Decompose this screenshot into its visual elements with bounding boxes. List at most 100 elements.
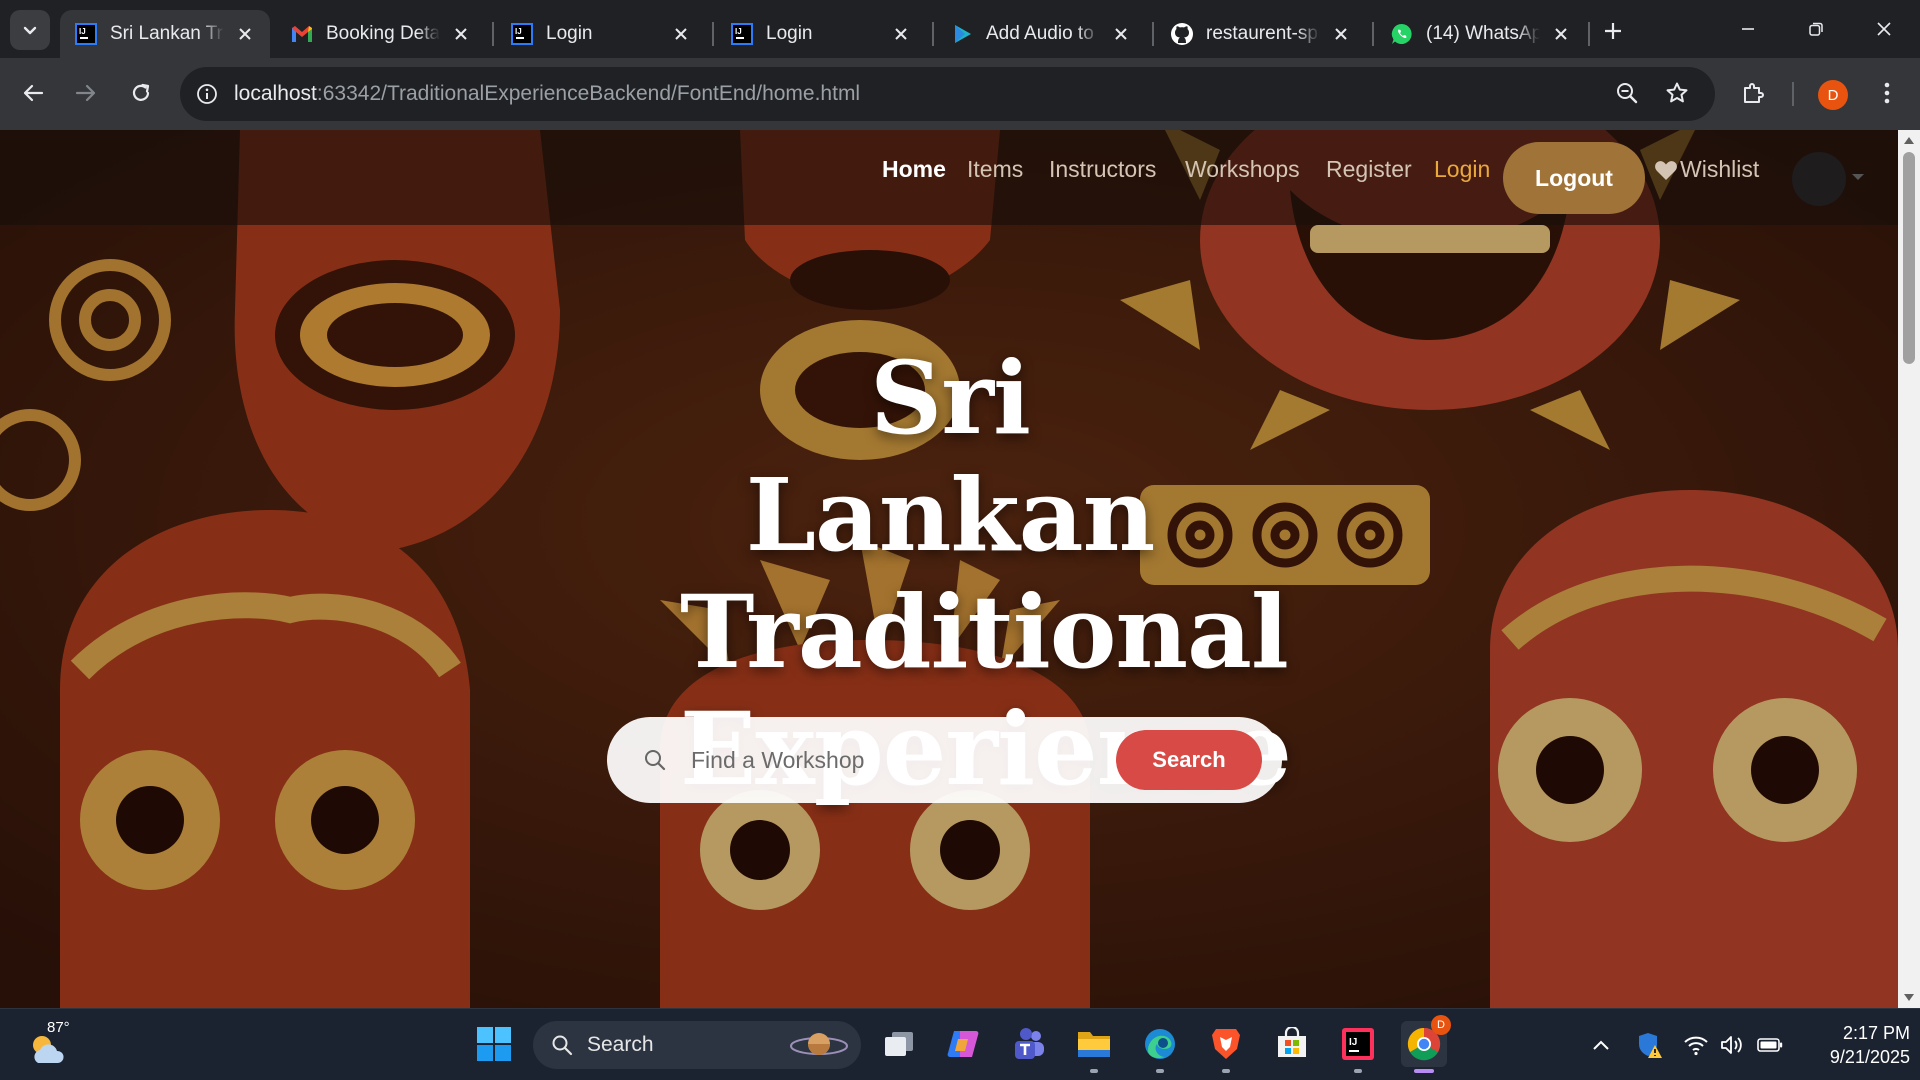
nav-items-link[interactable]: Items <box>967 156 1023 196</box>
puzzle-icon <box>1744 83 1764 103</box>
github-icon <box>1170 22 1194 46</box>
zoom-out-icon <box>1617 83 1638 104</box>
tab-search-button[interactable] <box>10 10 50 50</box>
browser-tab[interactable]: Booking Detai <box>276 10 486 58</box>
extensions-button[interactable] <box>1730 70 1776 116</box>
url-path: :63342/TraditionalExperienceBackend/Font… <box>316 82 861 105</box>
battery-icon <box>1757 1038 1783 1052</box>
reload-icon <box>132 83 150 101</box>
scrollbar-thumb[interactable] <box>1903 152 1915 364</box>
browser-tab[interactable]: (14) WhatsApp <box>1376 10 1586 58</box>
close-icon[interactable] <box>1550 23 1572 45</box>
copilot-icon <box>947 1031 979 1057</box>
search-button[interactable]: Search <box>1116 730 1262 790</box>
nav-login-link[interactable]: Login <box>1434 156 1490 196</box>
user-avatar[interactable] <box>1792 152 1846 206</box>
wifi-tray-icon[interactable] <box>1680 1029 1712 1061</box>
intellij-icon: IJ <box>730 22 754 46</box>
edge-app[interactable] <box>1137 1021 1183 1073</box>
browser-menu-button[interactable] <box>1864 70 1910 116</box>
windows-logo-icon <box>477 1027 511 1061</box>
taskbar-search[interactable]: Search <box>533 1021 861 1069</box>
play-icon <box>950 22 974 46</box>
nav-instructors-link[interactable]: Instructors <box>1049 156 1156 196</box>
back-button[interactable] <box>10 70 56 116</box>
hero-title-line: Traditional <box>680 573 1289 691</box>
tab-separator <box>492 22 494 46</box>
close-icon[interactable] <box>1330 23 1352 45</box>
task-view-button[interactable] <box>876 1021 922 1067</box>
close-icon[interactable] <box>1110 23 1132 45</box>
browser-tab[interactable]: IJ Login <box>716 10 926 58</box>
saturn-icon <box>790 1033 848 1055</box>
new-tab-button[interactable] <box>1596 14 1630 48</box>
system-clock[interactable]: 2:17 PM 9/21/2025 <box>1800 1021 1910 1069</box>
minimize-button[interactable] <box>1718 6 1778 52</box>
running-indicator <box>1354 1069 1362 1073</box>
weather-widget[interactable]: 87° <box>28 1019 74 1067</box>
teams-app[interactable] <box>1005 1021 1051 1067</box>
nav-register-link[interactable]: Register <box>1326 156 1412 196</box>
start-button[interactable] <box>471 1021 517 1067</box>
scroll-down-icon[interactable] <box>1903 992 1915 1004</box>
wishlist-label: Wishlist <box>1680 156 1760 182</box>
reload-button[interactable] <box>118 70 164 116</box>
running-indicator <box>1222 1069 1230 1073</box>
caret-down-icon[interactable] <box>1852 174 1864 180</box>
nav-home-link[interactable]: Home <box>882 156 946 196</box>
chevron-down-icon <box>23 26 37 35</box>
task-view-icon <box>885 1032 913 1056</box>
security-tray-icon[interactable] <box>1634 1029 1666 1061</box>
workshop-search-bar: Search <box>607 717 1282 803</box>
close-icon[interactable] <box>890 23 912 45</box>
zoom-button[interactable] <box>1604 70 1650 116</box>
forward-button[interactable] <box>63 70 109 116</box>
browser-tab[interactable]: IJ Login <box>496 10 706 58</box>
copilot-app[interactable] <box>940 1021 986 1067</box>
intellij-icon: IJ <box>74 22 98 46</box>
nav-workshops-link[interactable]: Workshops <box>1185 156 1300 196</box>
close-icon[interactable] <box>670 23 692 45</box>
page-scrollbar[interactable] <box>1898 130 1920 1008</box>
browser-tab[interactable]: Add Audio to <box>936 10 1146 58</box>
star-icon <box>1666 82 1688 103</box>
browser-tab[interactable]: IJ Sri Lankan Tra <box>60 10 270 58</box>
store-app[interactable] <box>1269 1021 1315 1067</box>
svg-text:IJ: IJ <box>735 27 742 36</box>
windows-taskbar: 87° Search IJ D 2:17 PM 9/21/2025 <box>0 1008 1920 1080</box>
site-info-icon[interactable] <box>180 67 234 121</box>
speaker-icon <box>1721 1036 1742 1054</box>
tab-title: Booking Detai <box>326 23 440 44</box>
browser-tab[interactable]: restaurent-spr <box>1156 10 1366 58</box>
url-text: localhost:63342/TraditionalExperienceBac… <box>234 82 860 106</box>
logout-button[interactable]: Logout <box>1503 142 1645 214</box>
close-icon[interactable] <box>234 23 256 45</box>
restore-icon <box>1809 22 1823 36</box>
svg-text:IJ: IJ <box>1349 1037 1357 1048</box>
bookmark-button[interactable] <box>1654 70 1700 116</box>
file-explorer-app[interactable] <box>1071 1021 1117 1073</box>
chrome-app[interactable]: D <box>1401 1015 1451 1073</box>
workshop-search-input[interactable] <box>677 746 1116 774</box>
wishlist-link[interactable]: Wishlist <box>1654 156 1759 183</box>
close-icon[interactable] <box>450 23 472 45</box>
battery-tray-icon[interactable] <box>1754 1029 1786 1061</box>
show-hidden-icons-button[interactable] <box>1585 1029 1617 1061</box>
scroll-up-icon[interactable] <box>1903 134 1915 146</box>
restore-button[interactable] <box>1786 6 1846 52</box>
brave-app[interactable] <box>1203 1021 1249 1073</box>
tab-separator <box>932 22 934 46</box>
intellij-app[interactable]: IJ <box>1335 1021 1381 1073</box>
site-navbar: Home Items Instructors Workshops Registe… <box>0 130 1898 225</box>
profile-avatar[interactable]: D <box>1818 80 1848 110</box>
arrow-left-icon <box>23 84 44 102</box>
tab-title: restaurent-spr <box>1206 23 1320 44</box>
address-bar[interactable]: localhost:63342/TraditionalExperienceBac… <box>180 67 1715 121</box>
volume-tray-icon[interactable] <box>1716 1029 1748 1061</box>
close-window-button[interactable] <box>1854 6 1914 52</box>
svg-text:IJ: IJ <box>79 27 86 36</box>
page-viewport: Home Items Instructors Workshops Registe… <box>0 130 1920 1008</box>
more-vertical-icon <box>1884 82 1890 104</box>
toolbar-divider <box>1792 82 1794 106</box>
weather-temp: 87° <box>47 1019 70 1036</box>
